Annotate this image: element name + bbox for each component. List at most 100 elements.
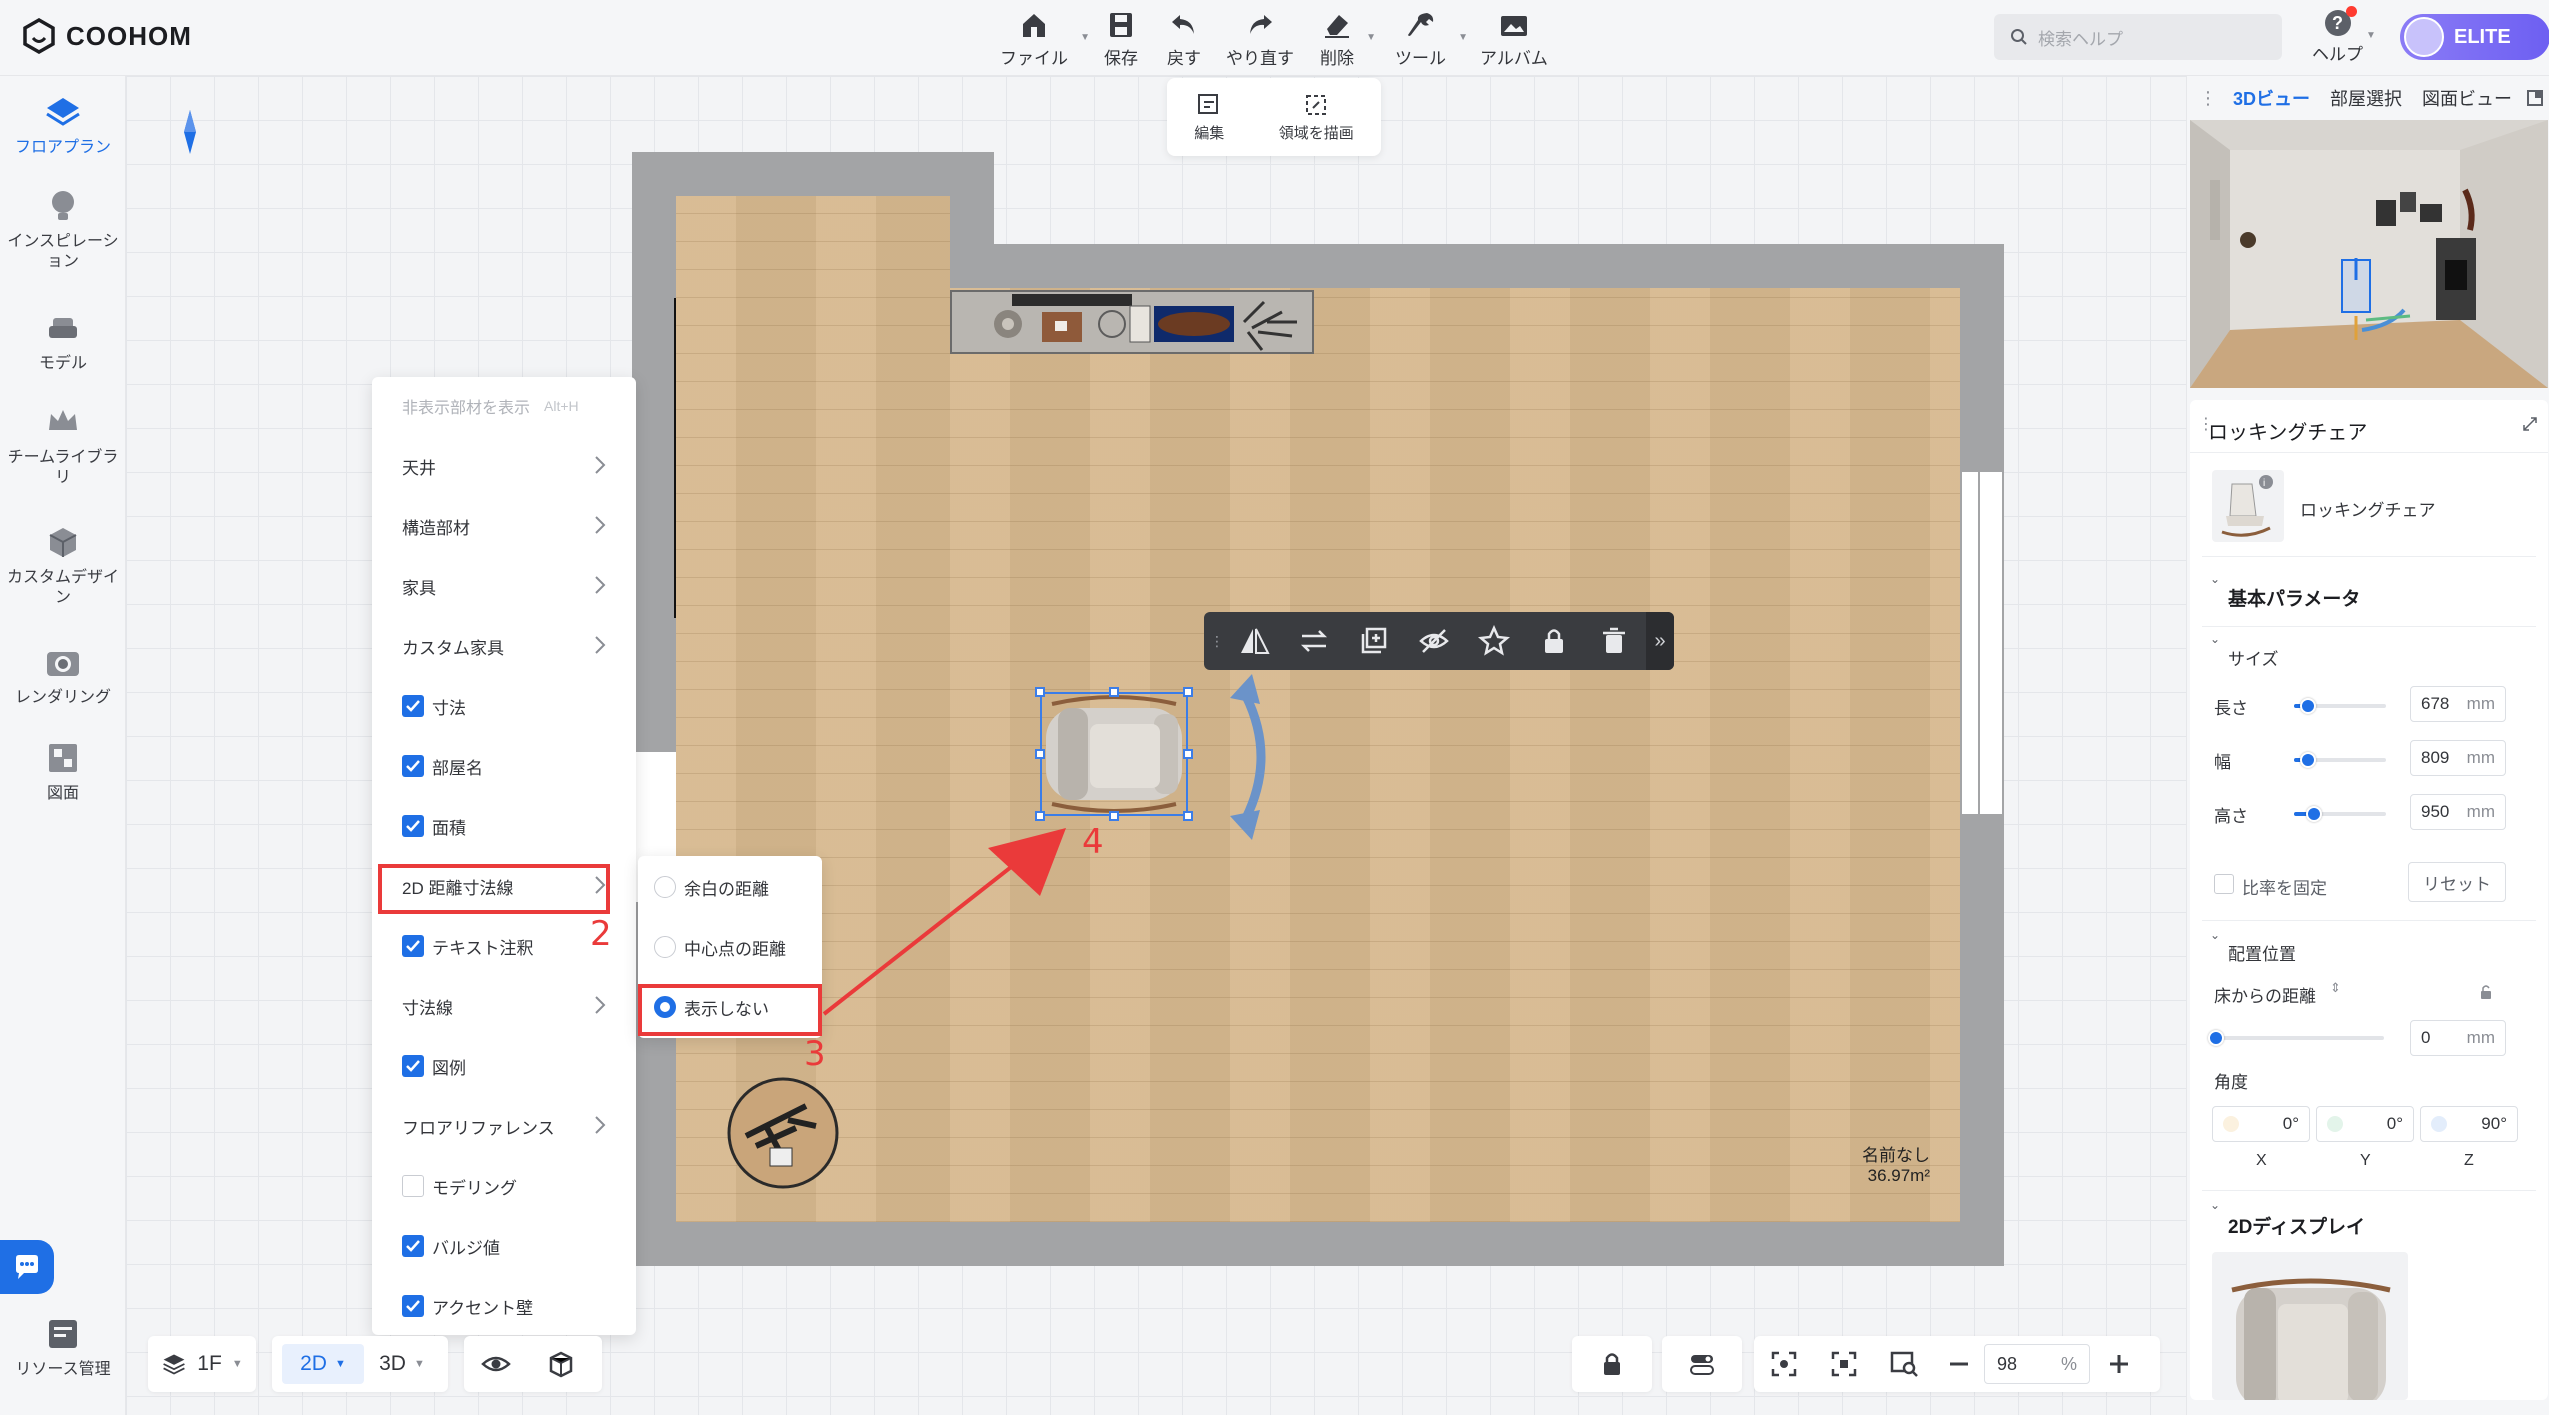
resize-handle[interactable] — [1183, 749, 1193, 759]
zoom-input[interactable]: 98 % — [1984, 1344, 2090, 1384]
account-menu[interactable]: ELITE — [2400, 14, 2549, 60]
replace-button[interactable] — [1284, 612, 1344, 670]
fit-view-button[interactable] — [1754, 1336, 1814, 1392]
item-thumbnail[interactable]: i — [2212, 470, 2284, 542]
menu-item-floor-reference[interactable]: フロアリファレンス — [372, 1097, 636, 1155]
slider-knob[interactable] — [2306, 806, 2322, 822]
menu-item-area[interactable]: 面積 — [372, 797, 636, 855]
height-slider[interactable] — [2294, 806, 2386, 822]
delete-object-button[interactable] — [1584, 612, 1644, 670]
lock-button[interactable] — [1524, 612, 1584, 670]
album-button[interactable]: アルバム — [1480, 10, 1548, 69]
lock-view-button[interactable] — [1572, 1336, 1652, 1392]
menu-item-structure[interactable]: 構造部材 — [372, 497, 636, 555]
floor-distance-input[interactable]: 0 mm — [2410, 1020, 2506, 1056]
3d-preview[interactable] — [2190, 120, 2548, 388]
resize-handle[interactable] — [1183, 687, 1193, 697]
sidebar-item-drawings[interactable]: 図面 — [0, 738, 126, 804]
resize-handle[interactable] — [1183, 811, 1193, 821]
coohom-logo[interactable]: COOHOM — [22, 18, 192, 54]
focus-button[interactable] — [1814, 1336, 1874, 1392]
slider-knob[interactable] — [2208, 1030, 2224, 1046]
chevron-down-icon[interactable]: ⌄ — [2210, 1198, 2220, 1212]
tab-3d-view[interactable]: 3Dビュー — [2223, 85, 2320, 111]
drag-handle-icon[interactable]: ⋮ — [1210, 633, 1224, 650]
favorite-button[interactable] — [1464, 612, 1524, 670]
width-input[interactable]: 809 mm — [2410, 740, 2506, 776]
expand-icon[interactable] — [2522, 416, 2538, 432]
checkbox-checked[interactable] — [402, 1055, 424, 1077]
display-2d-title[interactable]: 2Dディスプレイ — [2228, 1212, 2365, 1239]
chevron-down-icon[interactable]: ⌄ — [2210, 928, 2220, 942]
toggle-settings-button[interactable] — [1662, 1336, 1742, 1392]
angle-x-input[interactable]: 0° — [2212, 1106, 2310, 1142]
sidebar-item-custom-design[interactable]: カスタムデザイン — [0, 522, 126, 608]
chat-button[interactable] — [0, 1240, 54, 1294]
duplicate-button[interactable] — [1344, 612, 1404, 670]
menu-item-custom-furniture[interactable]: カスタム家具 — [372, 617, 636, 675]
checkbox-unchecked[interactable] — [402, 1175, 424, 1197]
checkbox-checked[interactable] — [402, 695, 424, 717]
checkbox-checked[interactable] — [402, 935, 424, 957]
checkbox-checked[interactable] — [402, 1295, 424, 1317]
angle-z-input[interactable]: 90° — [2420, 1106, 2518, 1142]
file-menu-button[interactable]: ファイル ▼ — [1000, 10, 1090, 69]
checkbox-checked[interactable] — [402, 815, 424, 837]
zoom-in-button[interactable] — [2090, 1336, 2148, 1392]
placement-title[interactable]: 配置位置 — [2228, 940, 2296, 965]
sidebar-item-resources[interactable]: リソース管理 — [0, 1314, 126, 1380]
menu-item-accent-wall[interactable]: アクセント壁 — [372, 1277, 636, 1335]
delete-button[interactable]: 削除 ▼ — [1320, 10, 1376, 69]
basic-params-title[interactable]: 基本パラメータ — [2228, 584, 2360, 611]
option-margin-distance[interactable]: 余白の距離 — [638, 858, 822, 916]
rotate-handle-icon[interactable] — [1226, 672, 1282, 842]
menu-item-furniture[interactable]: 家具 — [372, 557, 636, 615]
popout-icon[interactable] — [2526, 89, 2544, 107]
mode-3d-button[interactable]: 3D ▼ — [364, 1336, 440, 1392]
chevron-down-icon[interactable]: ⌄ — [2210, 632, 2220, 646]
menu-item-bulge[interactable]: バルジ値 — [372, 1217, 636, 1275]
help-button[interactable]: ? ヘルプ — [2312, 6, 2363, 65]
checkbox-checked[interactable] — [402, 1235, 424, 1257]
tools-menu-button[interactable]: ツール ▼ — [1395, 10, 1468, 69]
reset-button[interactable]: リセット — [2408, 862, 2506, 902]
sidebar-item-floorplan[interactable]: フロアプラン — [0, 92, 126, 158]
lock-ratio-checkbox[interactable] — [2214, 874, 2234, 894]
3d-box-button[interactable] — [528, 1336, 592, 1392]
sort-icon[interactable]: ⇕ — [2330, 980, 2341, 996]
chevron-down-icon[interactable]: ⌄ — [2210, 572, 2220, 586]
floor-selector[interactable]: 1F ▼ — [148, 1336, 256, 1392]
draw-area-button[interactable]: 領域を描画 — [1279, 92, 1354, 143]
menu-item-ceiling[interactable]: 天井 — [372, 437, 636, 495]
size-title[interactable]: サイズ — [2228, 645, 2279, 670]
save-button[interactable]: 保存 — [1104, 10, 1138, 69]
resize-handle[interactable] — [1035, 687, 1045, 697]
search-input[interactable]: 検索ヘルプ — [1994, 14, 2282, 60]
tab-plan-view[interactable]: 図面ビュー — [2412, 85, 2522, 111]
option-center-distance[interactable]: 中心点の距離 — [638, 918, 822, 976]
sideboard-furniture[interactable] — [950, 290, 1314, 354]
sidebar-item-rendering[interactable]: レンダリング — [0, 642, 126, 708]
wall[interactable] — [632, 1222, 2004, 1266]
show-hidden-item[interactable]: 非表示部材を表示 Alt+H — [372, 377, 636, 435]
sidebar-item-models[interactable]: モデル — [0, 308, 126, 374]
wall[interactable] — [632, 152, 676, 1266]
more-options-button[interactable]: » — [1646, 612, 1674, 670]
tab-room-select[interactable]: 部屋選択 — [2320, 85, 2412, 111]
menu-item-dimension-lines[interactable]: 寸法線 — [372, 977, 636, 1035]
length-input[interactable]: 678 mm — [2410, 686, 2506, 722]
zoom-area-button[interactable] — [1874, 1336, 1934, 1392]
visibility-button[interactable] — [464, 1336, 528, 1392]
checkbox-checked[interactable] — [402, 755, 424, 777]
radio-unchecked[interactable] — [654, 936, 676, 958]
width-slider[interactable] — [2294, 752, 2386, 768]
room-label[interactable]: 名前なし 36.97m² — [1862, 1146, 1930, 1186]
length-slider[interactable] — [2294, 698, 2386, 714]
menu-item-room-name[interactable]: 部屋名 — [372, 737, 636, 795]
mirror-button[interactable] — [1224, 612, 1284, 670]
resize-handle[interactable] — [1109, 687, 1119, 697]
undo-button[interactable]: 戻す — [1167, 10, 1201, 69]
display-2d-preview[interactable] — [2212, 1252, 2408, 1400]
zoom-out-button[interactable] — [1934, 1336, 1984, 1392]
angle-y-input[interactable]: 0° — [2316, 1106, 2414, 1142]
